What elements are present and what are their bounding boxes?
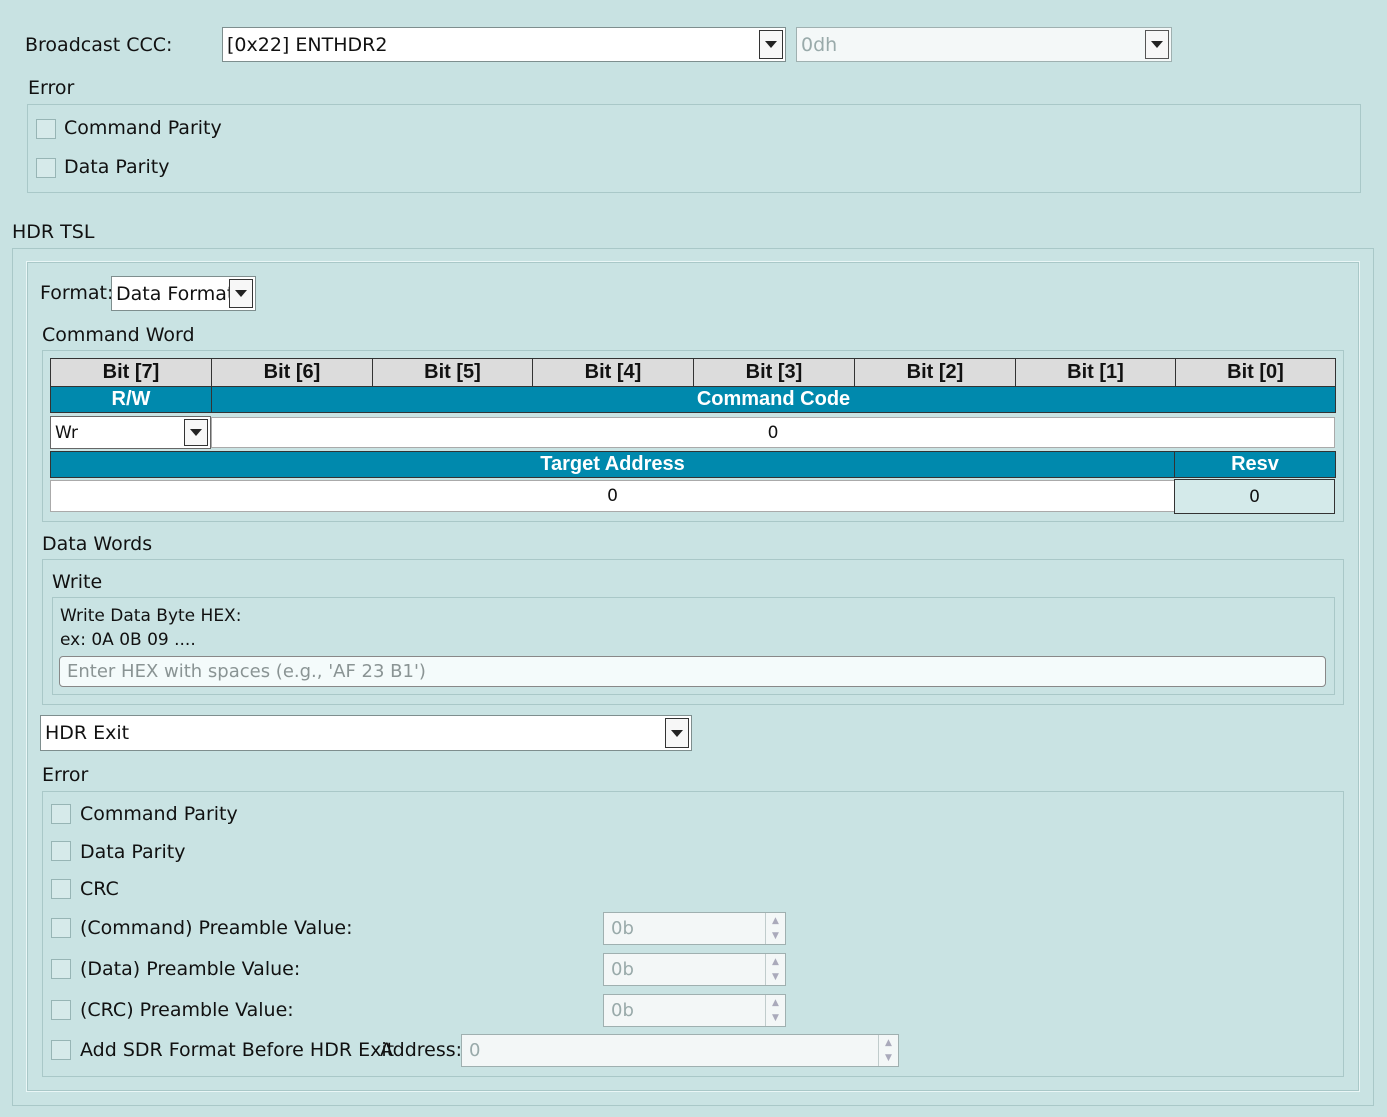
command-parity-checkbox[interactable] — [51, 804, 71, 824]
chevron-down-icon[interactable] — [229, 279, 253, 308]
target-address-value[interactable]: 0 — [50, 480, 1175, 512]
format-label: Format: — [40, 282, 114, 304]
top-error-group — [27, 104, 1361, 193]
ccc-code-dropdown[interactable]: 0dh — [796, 27, 1172, 62]
bit-2-header: Bit [2] — [854, 358, 1016, 387]
top-command-parity-label: Command Parity — [64, 117, 222, 139]
data-words-title: Data Words — [42, 533, 153, 555]
chevron-down-icon[interactable] — [665, 718, 689, 748]
write-title: Write — [52, 571, 103, 593]
bit-5-header: Bit [5] — [372, 358, 533, 387]
command-preamble-checkbox[interactable] — [51, 918, 71, 938]
command-preamble-value: 0b — [611, 918, 634, 939]
top-error-title: Error — [28, 77, 75, 99]
command-code-value[interactable]: 0 — [211, 417, 1335, 448]
command-parity-label: Command Parity — [80, 803, 238, 825]
chevron-down-icon[interactable] — [1145, 30, 1169, 59]
data-parity-checkbox[interactable] — [51, 841, 71, 861]
target-address-table: Target Address Resv — [50, 451, 1336, 478]
error-title: Error — [42, 764, 89, 786]
top-data-parity-label: Data Parity — [64, 156, 170, 178]
chevron-down-icon[interactable] — [759, 30, 783, 59]
data-preamble-spinbox[interactable]: 0b ▲ ▼ — [603, 953, 786, 986]
spin-up-icon[interactable]: ▲ — [879, 1035, 898, 1051]
data-preamble-label: (Data) Preamble Value: — [80, 958, 301, 980]
rw-dropdown[interactable]: Wr — [50, 416, 211, 449]
format-value: Data Format — [116, 282, 229, 305]
spin-up-icon[interactable]: ▲ — [766, 913, 785, 929]
command-preamble-spinbox[interactable]: 0b ▲ ▼ — [603, 912, 786, 945]
hdr-exit-dropdown[interactable]: HDR Exit — [40, 715, 692, 751]
address-value: 0 — [469, 1040, 481, 1061]
resv-value: 0 — [1174, 479, 1335, 514]
crc-preamble-value: 0b — [611, 1000, 634, 1021]
bit-3-header: Bit [3] — [693, 358, 855, 387]
broadcast-ccc-value: [0x22] ENTHDR2 — [227, 33, 388, 56]
format-dropdown[interactable]: Data Format — [111, 276, 256, 311]
write-desc-line2: ex: 0A 0B 09 .... — [60, 630, 196, 650]
bit-7-header: Bit [7] — [50, 358, 212, 387]
sdr-format-checkbox[interactable] — [51, 1040, 71, 1060]
bit-4-header: Bit [4] — [532, 358, 694, 387]
rw-value: Wr — [55, 422, 79, 443]
spin-down-icon[interactable]: ▼ — [766, 1011, 785, 1027]
crc-preamble-spinbox[interactable]: 0b ▲ ▼ — [603, 994, 786, 1027]
sdr-format-label: Add SDR Format Before HDR Exit — [80, 1039, 395, 1061]
crc-preamble-label: (CRC) Preamble Value: — [80, 999, 294, 1021]
crc-checkbox[interactable] — [51, 879, 71, 899]
broadcast-ccc-dropdown[interactable]: [0x22] ENTHDR2 — [222, 27, 786, 62]
spin-down-icon[interactable]: ▼ — [879, 1051, 898, 1067]
write-desc-line1: Write Data Byte HEX: — [60, 606, 242, 626]
bit-1-header: Bit [1] — [1015, 358, 1176, 387]
command-word-title: Command Word — [42, 324, 195, 346]
chevron-down-icon[interactable] — [184, 419, 208, 446]
bit-header-row: Bit [7] Bit [6] Bit [5] Bit [4] Bit [3] … — [50, 358, 1336, 387]
bit-0-header: Bit [0] — [1175, 358, 1336, 387]
rw-header: R/W — [50, 386, 212, 413]
ccc-code-value: 0dh — [801, 33, 838, 56]
spin-up-icon[interactable]: ▲ — [766, 954, 785, 970]
address-label: Address: — [380, 1039, 463, 1061]
command-code-header: Command Code — [211, 386, 1336, 413]
spin-down-icon[interactable]: ▼ — [766, 929, 785, 945]
data-parity-label: Data Parity — [80, 841, 186, 863]
crc-label: CRC — [80, 878, 119, 900]
bit-6-header: Bit [6] — [211, 358, 373, 387]
target-address-header: Target Address — [50, 451, 1175, 478]
top-command-parity-checkbox[interactable] — [36, 119, 56, 139]
resv-header: Resv — [1174, 451, 1336, 478]
command-word-table: Bit [7] Bit [6] Bit [5] Bit [4] Bit [3] … — [50, 358, 1336, 413]
spin-up-icon[interactable]: ▲ — [766, 995, 785, 1011]
spin-down-icon[interactable]: ▼ — [766, 970, 785, 986]
top-data-parity-checkbox[interactable] — [36, 158, 56, 178]
data-preamble-checkbox[interactable] — [51, 959, 71, 979]
broadcast-ccc-label: Broadcast CCC: — [25, 34, 173, 56]
address-spinbox[interactable]: 0 ▲ ▼ — [461, 1034, 899, 1067]
hex-input[interactable]: Enter HEX with spaces (e.g., 'AF 23 B1') — [59, 656, 1326, 687]
field-header-row-2: Target Address Resv — [50, 451, 1336, 478]
hdr-exit-value: HDR Exit — [45, 722, 130, 744]
data-preamble-value: 0b — [611, 959, 634, 980]
crc-preamble-checkbox[interactable] — [51, 1000, 71, 1020]
field-header-row-1: R/W Command Code — [50, 386, 1336, 413]
hdr-tsl-title: HDR TSL — [12, 221, 95, 243]
command-preamble-label: (Command) Preamble Value: — [80, 917, 353, 939]
